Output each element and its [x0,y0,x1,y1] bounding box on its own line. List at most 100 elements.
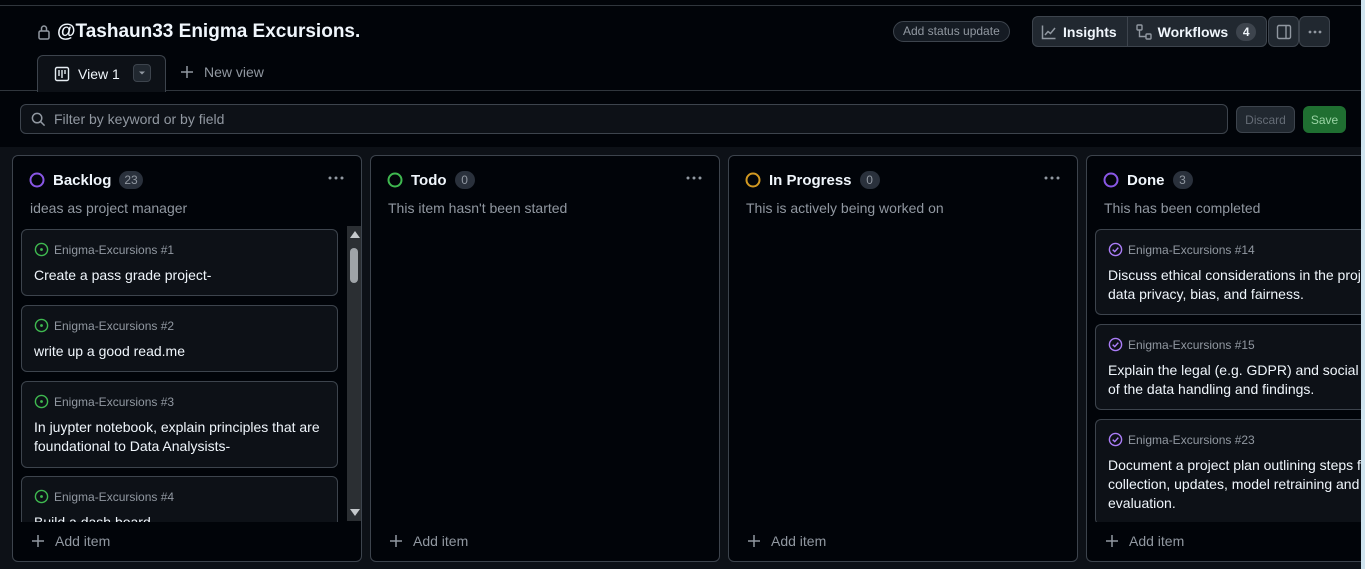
card-title[interactable]: Discuss ethical considerations in the pr… [1108,266,1361,304]
status-circle-icon [1103,172,1119,188]
card-list: Enigma-Excursions #1 Create a pass grade… [21,229,339,522]
card-ref-text[interactable]: Enigma-Excursions #1 [54,243,174,257]
issue-opened-icon [34,394,49,409]
column-count-badge: 0 [859,171,880,189]
column-todo: Todo 0 This item hasn't been started Add… [370,155,720,562]
plus-icon [390,535,402,547]
card-title[interactable]: write up a good read.me [34,342,334,361]
column-backlog: Backlog 23 ideas as project manager Enig… [12,155,362,562]
card-title[interactable]: Explain the legal (e.g. GDPR) and social… [1108,361,1361,399]
new-view-label: New view [204,64,264,80]
scroll-down-icon[interactable] [350,509,360,516]
add-item-button[interactable]: Add item [389,533,468,549]
card-title[interactable]: Create a pass grade project- [34,266,334,285]
add-status-update-button[interactable]: Add status update [893,21,1010,42]
column-done: Done 3 This has been completed Enigma-Ex… [1086,155,1361,562]
workflows-label: Workflows [1157,23,1229,40]
add-item-label: Add item [413,533,469,549]
card-ref: Enigma-Excursions #2 [34,318,174,333]
column-header: Todo 0 [387,171,475,189]
column-title: Done [1127,171,1165,189]
view-options-dropdown[interactable] [133,64,151,82]
card-ref: Enigma-Excursions #15 [1108,337,1255,352]
project-header: @Tashaun33 Enigma Excursions. Add status… [0,6,1361,92]
card-ref-text[interactable]: Enigma-Excursions #15 [1128,338,1255,352]
column-description: This has been completed [1104,200,1261,216]
scroll-up-icon[interactable] [350,231,360,238]
card-ref-text[interactable]: Enigma-Excursions #2 [54,319,174,333]
column-title: Todo [411,171,447,189]
side-panel-button[interactable] [1268,16,1299,47]
issue-closed-icon [1108,337,1123,352]
status-circle-icon [29,172,45,188]
card-item[interactable]: Enigma-Excursions #14 Discuss ethical co… [1095,229,1361,315]
card-list: Enigma-Excursions #14 Discuss ethical co… [1095,229,1361,522]
issue-opened-icon [34,242,49,257]
add-item-button[interactable]: Add item [747,533,826,549]
plus-icon [748,535,760,547]
card-item[interactable]: Enigma-Excursions #3 In juypter notebook… [21,381,338,468]
card-title[interactable]: Build a dash board [34,513,334,522]
plus-icon [181,66,193,78]
header-button-group: Insights Workflows 4 [1032,16,1268,47]
column-menu-button[interactable] [327,168,345,182]
add-item-button[interactable]: Add item [31,533,110,549]
add-item-button[interactable]: Add item [1105,533,1184,549]
card-item[interactable]: Enigma-Excursions #23 Document a project… [1095,419,1361,522]
add-item-label: Add item [771,533,827,549]
graph-icon [1041,25,1056,39]
column-header: Backlog 23 [29,171,143,189]
card-ref-text[interactable]: Enigma-Excursions #4 [54,490,174,504]
scroll-thumb[interactable] [350,248,358,283]
card-ref: Enigma-Excursions #14 [1108,242,1255,257]
kebab-horizontal-icon [1308,30,1321,33]
insights-button[interactable]: Insights [1033,17,1127,46]
column-header: In Progress 0 [745,171,880,189]
workflow-icon [1135,23,1152,40]
project-title: @Tashaun33 Enigma Excursions. [57,21,361,42]
window-edge [1361,0,1365,569]
column-menu-button[interactable] [1043,168,1061,182]
card-ref-text[interactable]: Enigma-Excursions #23 [1128,433,1255,447]
search-icon [31,112,46,126]
column-in-progress: In Progress 0 This is actively being wor… [728,155,1078,562]
card-ref-text[interactable]: Enigma-Excursions #3 [54,395,174,409]
triangle-down-icon [139,71,145,75]
column-count-badge: 23 [119,171,143,189]
issue-opened-icon [34,318,49,333]
issue-closed-icon [1108,432,1123,447]
card-item[interactable]: Enigma-Excursions #15 Explain the legal … [1095,324,1361,410]
card-ref: Enigma-Excursions #3 [34,394,174,409]
discard-button[interactable]: Discard [1236,106,1295,133]
tab-view-1-label: View 1 [78,66,120,82]
add-item-label: Add item [1129,533,1185,549]
column-description: This item hasn't been started [388,200,568,216]
card-ref-text[interactable]: Enigma-Excursions #14 [1128,243,1255,257]
card-item[interactable]: Enigma-Excursions #4 Build a dash board [21,476,338,522]
column-title: In Progress [769,171,852,189]
card-title[interactable]: Document a project plan outlining steps … [1108,456,1361,513]
plus-icon [1106,535,1118,547]
tab-view-1[interactable]: View 1 [37,55,166,92]
card-item[interactable]: Enigma-Excursions #1 Create a pass grade… [21,229,338,296]
workflows-button[interactable]: Workflows 4 [1126,17,1267,46]
card-title[interactable]: In juypter notebook, explain principles … [34,418,334,456]
workflows-count-badge: 4 [1236,22,1257,41]
column-scrollbar[interactable] [347,226,361,521]
save-button[interactable]: Save [1303,106,1346,133]
filter-bar [20,104,1228,134]
filter-input[interactable] [54,111,1154,127]
plus-icon [32,535,44,547]
column-menu-button[interactable] [685,168,703,182]
lock-icon [38,25,50,40]
kebab-horizontal-icon [1044,176,1060,180]
more-options-button[interactable] [1299,16,1330,47]
new-view-button[interactable]: New view [180,64,264,80]
issue-closed-icon [1108,242,1123,257]
column-title: Backlog [53,171,112,189]
card-item[interactable]: Enigma-Excursions #2 write up a good rea… [21,305,338,372]
insights-label: Insights [1063,23,1117,40]
status-circle-icon [745,172,761,188]
card-ref: Enigma-Excursions #4 [34,489,174,504]
column-count-badge: 0 [454,171,475,189]
